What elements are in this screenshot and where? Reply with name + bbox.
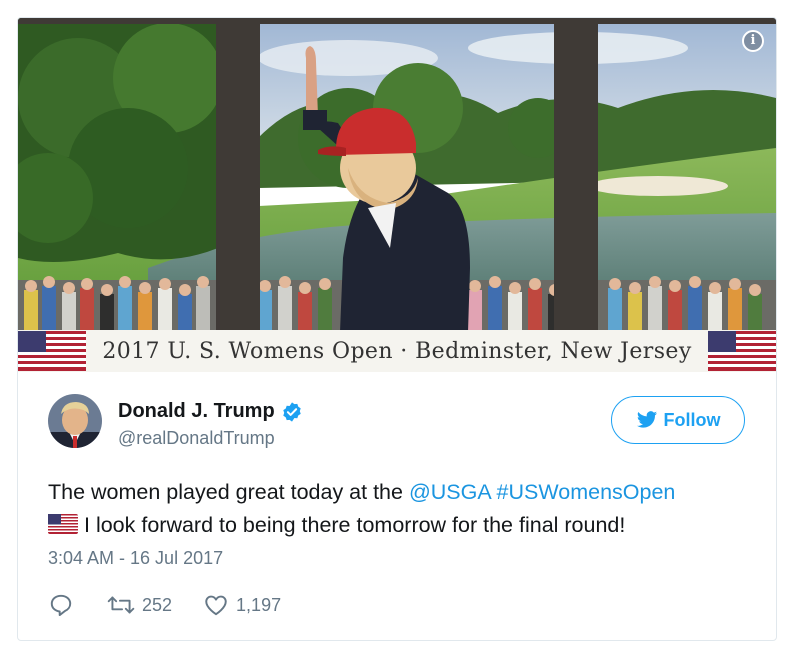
mention-link[interactable]: @USGA [409,480,491,504]
tweet-actions: 252 1,197 [48,590,281,620]
twitter-bird-icon [636,411,657,428]
us-flag-icon [708,331,776,371]
info-icon[interactable]: i [742,30,764,52]
tweet-text-line2: I look forward to being there tomorrow f… [84,513,626,537]
hashtag-link[interactable]: #USWomensOpen [497,480,676,504]
avatar[interactable] [48,394,102,448]
author-handle[interactable]: @realDonaldTrump [118,428,275,449]
retweet-count: 252 [142,594,173,615]
follow-label: Follow [663,409,721,430]
tweet-photo[interactable]: i 2017 U. S. Womens Open · Bedminster, N… [18,18,776,372]
us-flag-emoji [48,514,78,534]
like-button[interactable]: 1,197 [202,592,281,618]
follow-button[interactable]: Follow [611,396,745,444]
retweet-button[interactable]: 252 [106,592,172,618]
reply-icon [50,594,72,617]
banner-text: 2017 U. S. Womens Open · Bedminster, New… [102,339,692,364]
author-name-row[interactable]: Donald J. Trump [118,400,303,423]
verified-badge-icon [282,401,301,422]
photo-banner: 2017 U. S. Womens Open · Bedminster, New… [18,330,776,372]
heart-icon [205,595,227,616]
author-name[interactable]: Donald J. Trump [118,400,275,423]
tweet-timestamp[interactable]: 3:04 AM - 16 Jul 2017 [48,548,223,569]
tweet-text: The women played great today at the @USG… [48,476,768,542]
tweet-text-before: The women played great today at the [48,480,409,504]
like-count: 1,197 [236,594,282,615]
retweet-icon [107,596,135,614]
photo-scene [18,18,776,332]
tweet-card: i 2017 U. S. Womens Open · Bedminster, N… [17,17,777,641]
reply-button[interactable] [48,592,74,618]
us-flag-icon [18,331,86,371]
